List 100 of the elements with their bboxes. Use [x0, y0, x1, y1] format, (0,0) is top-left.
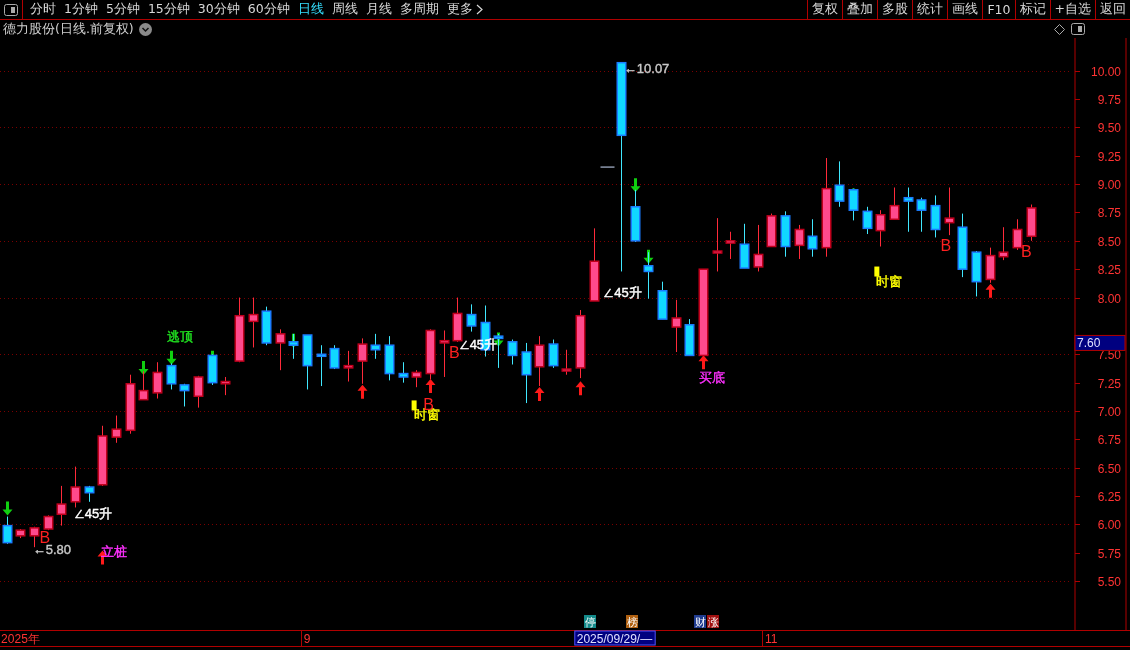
toolbar-button[interactable]: 多股 — [877, 0, 913, 19]
event-tag[interactable]: 榜 — [626, 615, 638, 628]
chart-label: ∠45升 — [603, 284, 642, 300]
candlestick — [725, 231, 736, 260]
price-tick-label: 8.50 — [1097, 234, 1121, 249]
period-tab[interactable]: 周线 — [327, 0, 362, 19]
price-tick-label: 7.25 — [1097, 376, 1121, 391]
candlestick — [507, 339, 518, 365]
toolbar-button[interactable]: 返回 — [1095, 0, 1130, 19]
candlestick — [848, 188, 859, 221]
candlestick — [998, 226, 1009, 261]
toolbar-button[interactable]: F10 — [982, 0, 1015, 19]
candlestick — [1012, 218, 1023, 251]
candlestick — [671, 299, 682, 353]
candlestick — [398, 361, 409, 384]
period-tab[interactable]: 15分钟 — [143, 0, 194, 19]
price-tick-label: 9.75 — [1097, 92, 1121, 107]
period-tab[interactable]: 日线 — [293, 0, 328, 19]
candlestick — [766, 213, 777, 248]
candlestick — [193, 375, 204, 409]
price-tag: 7.60 — [1074, 334, 1126, 351]
date-tick-label: 2025年 — [1, 632, 40, 646]
period-tab[interactable]: 月线 — [361, 0, 396, 19]
chevron-down-icon[interactable] — [138, 22, 152, 36]
period-tab[interactable]: 60分钟 — [243, 0, 294, 19]
event-tag[interactable]: 涨 — [707, 615, 719, 628]
stock-title: 德力股份(日线.前复权) — [3, 20, 134, 38]
candlestick — [207, 353, 218, 386]
chart-label: 时窗 — [876, 273, 903, 289]
candlestick — [343, 350, 354, 382]
candlestick — [288, 333, 299, 360]
chart-label: 逃顶 — [166, 329, 193, 345]
arrow-up-icon — [698, 355, 709, 370]
candlestick — [807, 218, 818, 258]
toolbar-button[interactable]: 画线 — [947, 0, 983, 19]
price-tick-label: 6.25 — [1097, 489, 1121, 504]
candlestick — [56, 485, 67, 527]
candlestick — [780, 210, 791, 258]
price-tick-label: 5.75 — [1097, 546, 1121, 561]
candlestick — [357, 337, 368, 385]
price-tick-label: 6.00 — [1097, 517, 1121, 532]
candlestick — [384, 335, 395, 381]
candlestick — [575, 309, 586, 379]
price-tick-label: 8.25 — [1097, 262, 1121, 277]
chevron-right-icon — [475, 4, 483, 15]
toolbar-button[interactable]: 叠加 — [842, 0, 878, 19]
date-tag: 2025/09/29/— — [574, 630, 656, 646]
arrow-up-icon — [425, 379, 436, 394]
candlestick — [152, 361, 163, 400]
candlestick — [138, 370, 149, 401]
toolbar-button[interactable]: +自选 — [1049, 0, 1095, 19]
candlestick — [179, 383, 190, 407]
event-tag[interactable]: 财 — [694, 615, 706, 628]
candlestick — [329, 344, 340, 370]
period-tab[interactable]: 30分钟 — [193, 0, 244, 19]
candlestick — [15, 528, 26, 539]
period-tab[interactable]: 分时 — [26, 0, 60, 19]
candlestick — [684, 318, 695, 357]
date-tick-label: 9 — [303, 632, 311, 646]
toolbar-button[interactable]: 标记 — [1014, 0, 1050, 19]
candlestick — [111, 415, 122, 444]
candlestick — [316, 344, 327, 387]
price-tick-label: 6.75 — [1097, 432, 1121, 447]
date-tick-label: 11 — [765, 632, 778, 646]
candlestick — [753, 224, 764, 272]
price-tick-label: 6.50 — [1097, 461, 1121, 476]
toolbar-button[interactable]: 统计 — [912, 0, 948, 19]
period-tab[interactable]: 更多 — [442, 0, 487, 19]
diamond-icon[interactable] — [1054, 23, 1065, 35]
event-tag[interactable]: 停 — [584, 615, 596, 628]
candlestick — [234, 297, 245, 363]
candlestick — [548, 339, 559, 369]
candlestick — [439, 329, 450, 378]
candlestick — [166, 362, 177, 390]
candlestick — [643, 251, 654, 300]
arrow-up-icon — [357, 384, 368, 399]
candlestick — [2, 516, 13, 545]
candlestick — [534, 335, 545, 387]
candlestick — [875, 209, 886, 247]
candlestick — [425, 328, 436, 380]
candlestick — [712, 217, 723, 272]
price-tick-label: 8.00 — [1097, 291, 1121, 306]
arrow-up-icon — [985, 283, 996, 298]
candlestick — [97, 425, 108, 487]
toolbar-button[interactable]: 复权 — [807, 0, 843, 19]
chart-label: 立桩 — [101, 543, 127, 559]
period-tab[interactable]: 5分钟 — [101, 0, 144, 19]
chart-label: ∠45升 — [73, 506, 113, 522]
period-tab[interactable]: 1分钟 — [60, 0, 102, 19]
arrow-down-icon — [643, 249, 654, 264]
candlestick — [889, 187, 900, 220]
candlestick — [370, 333, 381, 360]
candlestick — [1026, 204, 1037, 242]
panel-toggle-icon[interactable] — [4, 3, 18, 16]
panel-toggle-icon[interactable] — [1071, 23, 1085, 35]
period-tab[interactable]: 多周期 — [395, 0, 443, 19]
chart-label: 买底 — [698, 370, 725, 385]
price-tick-label: 9.25 — [1097, 149, 1121, 164]
price-tick-label: 8.75 — [1097, 205, 1121, 220]
signal-letter: B — [449, 344, 460, 361]
